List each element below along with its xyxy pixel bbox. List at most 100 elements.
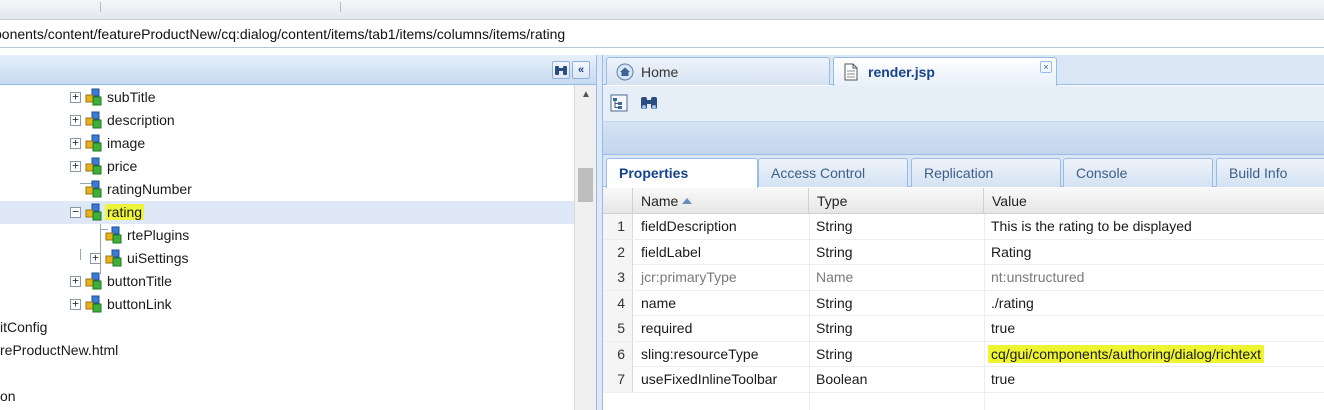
row-number: 2: [603, 239, 633, 265]
row-number-header: [603, 188, 633, 214]
binoculars-icon[interactable]: [639, 94, 659, 114]
tree-node[interactable]: + subTitle: [0, 86, 574, 109]
tree-node[interactable]: ratingNumber: [0, 178, 574, 201]
node-icon: [84, 180, 104, 198]
tab-render-jsp-label: render.jsp: [868, 64, 935, 80]
tree-node-label: subTitle: [107, 89, 156, 105]
row-number: 3: [603, 265, 633, 290]
properties-tab-bar: Properties Access Control Replication Co…: [603, 155, 1324, 188]
node-icon: [84, 134, 104, 152]
tree-node-label: rtePlugins: [127, 227, 190, 243]
tab-build-info[interactable]: Build Info: [1216, 158, 1324, 187]
property-value: true: [991, 320, 1016, 336]
close-icon[interactable]: ×: [1040, 61, 1052, 73]
table-row[interactable]: 2 fieldLabel String Rating: [603, 239, 1324, 265]
tree-node-label: price: [107, 158, 138, 174]
node-icon: [84, 88, 104, 106]
node-icon: [84, 157, 104, 175]
expand-icon[interactable]: +: [70, 91, 81, 103]
tab-render-jsp[interactable]: render.jsp ×: [833, 57, 1057, 86]
tree-node-label: buttonLink: [107, 296, 172, 312]
expand-icon[interactable]: +: [90, 252, 101, 264]
node-icon: [104, 249, 124, 267]
editor-tab-bar: Home render.jsp ×: [603, 55, 1324, 86]
property-name: sling:resourceType: [641, 345, 759, 362]
repository-tree: + subTitle + description + image + price ratingN…: [0, 85, 574, 410]
properties-grid: Name Type Value 1 fieldDescription String T…: [603, 188, 1324, 410]
tree-node[interactable]: + buttonTitle: [0, 270, 574, 293]
home-icon: [616, 63, 634, 81]
tree-node[interactable]: + description: [0, 109, 574, 132]
node-icon: [84, 111, 104, 129]
editor-panel: Home render.jsp × Properties Access Cont…: [603, 55, 1324, 410]
tree-node[interactable]: + buttonLink: [0, 293, 574, 316]
tree-node-label: reProductNew.html: [0, 342, 119, 358]
tree-view-icon[interactable]: [610, 94, 630, 114]
node-icon: [84, 295, 104, 313]
tree-node[interactable]: reProductNew.html: [0, 339, 574, 362]
expand-icon[interactable]: +: [70, 137, 81, 149]
toolbar-separator: [100, 2, 101, 12]
editor-toolbar: [603, 86, 1324, 122]
table-row[interactable]: 4 name String ./rating: [603, 290, 1324, 316]
tree-node-label: itConfig: [0, 319, 48, 335]
binoculars-icon[interactable]: [552, 61, 570, 79]
property-type: String: [816, 294, 853, 311]
tree-node-label: description: [107, 112, 175, 128]
property-name: required: [641, 320, 693, 336]
panel-splitter[interactable]: [596, 55, 603, 410]
scroll-up-icon[interactable]: ▲: [581, 89, 591, 100]
path-input[interactable]: [0, 23, 1324, 45]
sort-ascending-icon[interactable]: [682, 198, 693, 204]
expand-icon[interactable]: +: [70, 298, 81, 310]
tree-node-label: rating: [105, 204, 145, 220]
property-value: Rating: [991, 243, 1032, 260]
tab-replication[interactable]: Replication: [911, 158, 1061, 187]
table-row[interactable]: 3 jcr:primaryType Name nt:unstructured: [603, 265, 1324, 291]
property-type: String: [816, 345, 853, 362]
table-row[interactable]: 6 sling:resourceType String cq/gui/componen…: [603, 341, 1324, 367]
collapse-panel-button[interactable]: «: [572, 61, 590, 79]
property-value: cq/gui/components/authoring/dialog/richt…: [988, 344, 1265, 363]
row-number: 7: [603, 367, 633, 392]
tree-scrollbar[interactable]: ▲: [574, 85, 596, 410]
tree-node[interactable]: on: [0, 385, 574, 408]
expand-icon[interactable]: +: [70, 160, 81, 172]
expand-icon[interactable]: +: [70, 114, 81, 126]
column-header-name[interactable]: Name: [633, 188, 809, 214]
property-type: Boolean: [816, 371, 868, 387]
property-value: This is the rating to be displayed: [991, 218, 1192, 234]
tab-properties[interactable]: Properties: [606, 158, 758, 188]
tab-access-control[interactable]: Access Control: [758, 158, 908, 187]
expand-icon[interactable]: +: [70, 275, 81, 287]
property-name: jcr:primaryType: [641, 269, 737, 285]
scrollbar-thumb[interactable]: [578, 168, 593, 202]
tree-node-label: buttonTitle: [107, 273, 172, 289]
property-type: String: [816, 243, 853, 260]
table-row[interactable]: 1 fieldDescription String This is the ratin…: [603, 214, 1324, 240]
property-type: String: [816, 320, 853, 336]
path-bar: [0, 20, 1324, 48]
column-header-value[interactable]: Value: [984, 188, 1324, 214]
tree-node[interactable]: rtePlugins: [0, 224, 574, 247]
property-value: true: [991, 371, 1016, 387]
tree-node-label: on: [0, 388, 16, 404]
column-header-type[interactable]: Type: [809, 188, 984, 214]
tree-node-label: ratingNumber: [107, 181, 192, 197]
tree-node[interactable]: + price: [0, 155, 574, 178]
tree-node[interactable]: + image: [0, 132, 574, 155]
node-icon: [84, 272, 104, 290]
property-name: fieldDescription: [641, 218, 737, 234]
tree-node[interactable]: − rating: [0, 201, 574, 224]
tree-node[interactable]: itConfig: [0, 316, 574, 339]
tree-node[interactable]: + uiSettings: [0, 247, 574, 270]
property-name: fieldLabel: [641, 243, 701, 260]
collapse-icon[interactable]: −: [70, 206, 81, 218]
row-number: 1: [603, 214, 633, 239]
tab-home[interactable]: Home: [606, 57, 830, 85]
tab-console[interactable]: Console: [1063, 158, 1213, 187]
table-row[interactable]: 7 useFixedInlineToolbar Boolean true: [603, 367, 1324, 393]
grid-header: Name Type Value: [603, 188, 1324, 214]
editor-header-strip: [603, 122, 1324, 155]
table-row[interactable]: 5 required String true: [603, 316, 1324, 342]
